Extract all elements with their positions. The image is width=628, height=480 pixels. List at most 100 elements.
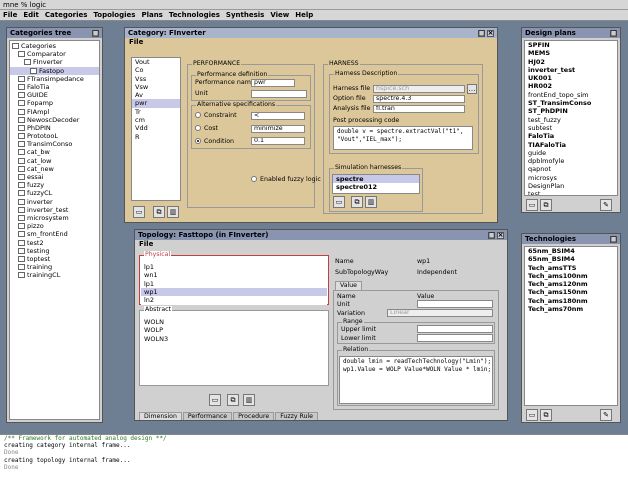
design-plan-item[interactable]: ST_PhDPIN (525, 107, 617, 115)
variable-item[interactable]: Vss (132, 75, 180, 83)
tree-item[interactable]: fuzzy (10, 181, 99, 189)
copy-icon[interactable]: ⧉ (153, 206, 165, 218)
variable-item[interactable]: Av (132, 91, 180, 99)
category-file-menu[interactable]: File (125, 38, 497, 47)
abstract-item[interactable]: WOLP (141, 326, 327, 334)
condition-radio[interactable]: Condition (195, 138, 234, 145)
tree-item[interactable]: TransimConso (10, 140, 99, 148)
delete-icon[interactable]: ▥ (243, 394, 255, 406)
categories-tree[interactable]: Categories Comparator FInverter Fastopo FTra… (9, 40, 100, 420)
menu-edit[interactable]: Edit (23, 11, 39, 19)
design-plan-item[interactable]: subtest (525, 124, 617, 132)
abstract-item[interactable]: WOLN (141, 318, 327, 326)
new-icon[interactable]: ▭ (333, 196, 345, 208)
categories-tree-titlebar[interactable]: Categories tree □ (7, 28, 102, 38)
abstract-item[interactable]: WOLN3 (141, 335, 327, 343)
tab-fuzzy-rule[interactable]: Fuzzy Rule (275, 412, 318, 420)
variation-select[interactable]: Linear (387, 309, 493, 317)
lower-limit-input[interactable] (417, 334, 493, 342)
variable-item[interactable]: Vsw (132, 83, 180, 91)
menu-categories[interactable]: Categories (45, 11, 88, 19)
technology-item[interactable]: Tech_ams120nm (525, 280, 617, 288)
close-icon[interactable]: × (487, 29, 494, 37)
variable-item[interactable]: cm (132, 116, 180, 124)
delete-icon[interactable]: ▥ (167, 206, 179, 218)
tree-item[interactable]: FaloTia (10, 83, 99, 91)
variable-item[interactable]: Tr (132, 108, 180, 116)
unit-input[interactable] (417, 300, 493, 308)
maximize-icon[interactable]: □ (488, 231, 495, 239)
physical-item[interactable]: wp1 (141, 287, 327, 297)
tree-item[interactable]: fuzzyCL (10, 189, 99, 197)
harness-file-input[interactable]: hspice.sch (373, 85, 465, 93)
design-plan-item[interactable]: ST_TransimConso (525, 99, 617, 107)
tree-item[interactable]: sm_frontEnd (10, 230, 99, 238)
maximize-icon[interactable]: □ (478, 29, 485, 37)
tree-item[interactable]: Categories (10, 42, 99, 50)
tree-item[interactable]: GUIDE (10, 91, 99, 99)
technology-item[interactable]: Tech_ams100nm (525, 272, 617, 280)
copy-icon[interactable]: ⧉ (351, 196, 363, 208)
relation-code[interactable]: double lmin = readTechTechnology("Lmin")… (339, 356, 493, 404)
technology-item[interactable]: 65nm_BSIM4 (525, 255, 617, 263)
simulation-harnesses-list[interactable]: spectre spectre012 (332, 174, 420, 194)
technology-item[interactable]: Tech_ams70nm (525, 305, 617, 313)
menu-topologies[interactable]: Topologies (93, 11, 135, 19)
new-icon[interactable]: ▭ (526, 409, 538, 421)
design-plan-item[interactable]: FaloTia (525, 132, 617, 140)
tree-item[interactable]: Fopamp (10, 99, 99, 107)
variables-list[interactable]: Vout Co Vss Vsw Av pwr Tr cm Vdd R (131, 57, 181, 201)
physical-item[interactable]: lp1 (141, 263, 327, 271)
new-icon[interactable]: ▭ (209, 394, 221, 406)
menu-technologies[interactable]: Technologies (169, 11, 220, 19)
topology-file-menu[interactable]: File (135, 240, 507, 249)
variable-item[interactable]: pwr (132, 99, 180, 108)
design-plan-item[interactable]: test (525, 190, 617, 195)
tree-item[interactable]: training (10, 263, 99, 271)
condition-input[interactable]: 0.1 (251, 137, 305, 145)
tree-item[interactable]: Fastopo (10, 66, 99, 75)
design-plan-item[interactable]: qapnot (525, 165, 617, 173)
cost-select[interactable]: minimize (251, 125, 305, 133)
variable-item[interactable]: Vout (132, 58, 180, 66)
tab-performance[interactable]: Performance (182, 412, 233, 420)
new-icon[interactable]: ▭ (526, 199, 538, 211)
unit-input[interactable] (251, 90, 307, 98)
tree-item[interactable]: inverter_test (10, 206, 99, 214)
analysis-file-input[interactable]: fl.tran (373, 105, 465, 113)
menu-synthesis[interactable]: Synthesis (226, 11, 264, 19)
tree-item[interactable]: cat_low (10, 157, 99, 165)
physical-item[interactable]: ln2 (141, 296, 327, 304)
tree-item[interactable]: cat_new (10, 165, 99, 173)
edit-icon[interactable]: ✎ (600, 409, 612, 421)
design-plan-item[interactable]: test_fuzzy (525, 116, 617, 124)
upper-limit-input[interactable] (417, 325, 493, 333)
design-plan-item[interactable]: MEMS (525, 49, 617, 57)
tree-item[interactable]: toptest (10, 255, 99, 263)
close-icon[interactable]: × (497, 231, 504, 239)
variable-item[interactable]: Vdd (132, 124, 180, 132)
tab-dimension[interactable]: Dimension (139, 412, 182, 420)
physical-item[interactable]: wn1 (141, 271, 327, 279)
delete-icon[interactable]: ▥ (365, 196, 377, 208)
copy-icon[interactable]: ⧉ (540, 199, 552, 211)
abstract-list[interactable]: WOLN WOLP WOLN3 (141, 318, 327, 384)
tab-procedure[interactable]: Procedure (233, 412, 275, 420)
tree-item[interactable]: test2 (10, 239, 99, 247)
design-plan-item[interactable]: frontEnd_topo_sim (525, 91, 617, 99)
tree-item[interactable]: FTransimpedance (10, 75, 99, 83)
design-plan-item[interactable]: dpblmofyle (525, 157, 617, 165)
topology-titlebar[interactable]: Topology: Fasttopo (in FInverter) □ × (135, 230, 507, 240)
design-plans-titlebar[interactable]: Design plans □ (522, 28, 620, 38)
variable-item[interactable]: Co (132, 66, 180, 74)
tree-item[interactable]: microsystem (10, 214, 99, 222)
maximize-icon[interactable]: □ (610, 29, 617, 37)
browse-button[interactable]: … (467, 84, 477, 94)
tree-item[interactable]: inverter (10, 198, 99, 206)
design-plan-item[interactable]: microsys (525, 174, 617, 182)
fuzzy-logic-checkbox[interactable]: Enabled fuzzy logic (251, 176, 321, 183)
variable-item[interactable]: R (132, 133, 180, 141)
tree-item[interactable]: PrototooL (10, 132, 99, 140)
maximize-icon[interactable]: □ (610, 235, 617, 243)
copy-icon[interactable]: ⧉ (227, 394, 239, 406)
